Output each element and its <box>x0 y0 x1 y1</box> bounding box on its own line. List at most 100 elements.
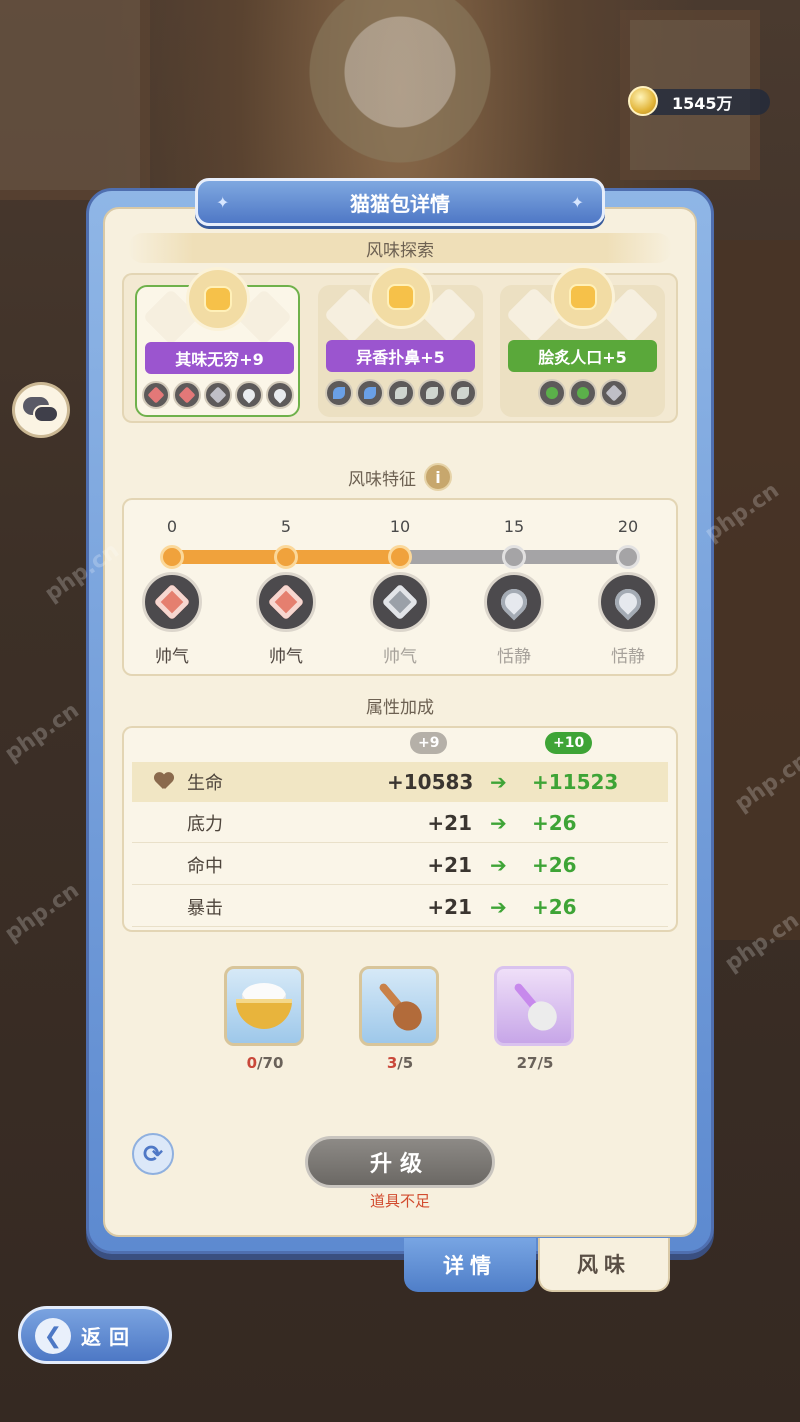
item-required: /5 <box>537 1054 554 1072</box>
attribute-name: 命中 <box>187 855 223 877</box>
trait-item[interactable]: 帅气 <box>251 572 321 667</box>
drop-flavor-icon <box>265 381 294 409</box>
trait-label: 帅气 <box>155 647 189 667</box>
attribute-current-value: +10583 <box>387 770 474 794</box>
flavor-explore-header: 风味探索 <box>128 233 672 263</box>
flavor-card[interactable]: 其味无穷+9 <box>135 267 300 417</box>
item-required: /70 <box>257 1054 284 1072</box>
flavor-tag: 异香扑鼻+5 <box>326 340 475 372</box>
trait-item[interactable]: 恬静 <box>479 572 549 667</box>
item-owned: 27 <box>516 1054 538 1072</box>
material-item[interactable]: 3/5 <box>359 966 441 1072</box>
flavor-emblem-icon <box>185 267 250 331</box>
material-item[interactable]: 0/70 <box>224 966 306 1072</box>
trait-progress-node <box>388 545 412 569</box>
arrow-right-icon: ➔ <box>490 894 507 919</box>
flavor-tag: 其味无穷+9 <box>145 342 294 374</box>
red-trait-icon <box>142 572 202 632</box>
currency-amount: 1545万 <box>672 94 733 113</box>
trait-progress-node <box>160 545 184 569</box>
red-flavor-icon <box>172 381 201 409</box>
attributes-header: 属性加成 <box>366 697 434 718</box>
chat-button[interactable] <box>12 382 70 438</box>
tab-details[interactable]: 详情 <box>404 1238 536 1292</box>
info-icon[interactable]: i <box>424 463 452 491</box>
background-cabinet <box>710 240 800 940</box>
attribute-current-value: +21 <box>427 852 472 877</box>
back-label: 返回 <box>81 1324 137 1349</box>
material-item[interactable]: 27/5 <box>494 966 576 1072</box>
item-frame <box>359 966 439 1046</box>
attribute-row: 底力 +21 ➔ +26 <box>132 803 668 843</box>
current-level-badge: +9 <box>410 732 448 754</box>
trait-progress-track <box>160 545 640 569</box>
back-arrow-icon: ❮ <box>35 1318 71 1354</box>
item-count: 27/5 <box>494 1054 576 1072</box>
flavor-card[interactable]: 脍炙人口+5 <box>500 265 665 417</box>
background-window <box>0 0 150 200</box>
trait-tick-label: 10 <box>389 517 411 536</box>
background-mascot <box>300 0 500 180</box>
blue-flavor-icon <box>324 379 353 407</box>
flavor-traits-header: 风味特征 i <box>128 462 672 492</box>
blue-flavor-icon <box>355 379 384 407</box>
tab-flavor[interactable]: 风味 <box>538 1238 670 1292</box>
item-required: /5 <box>397 1054 414 1072</box>
item-frame <box>224 966 304 1046</box>
item-frame <box>494 966 574 1046</box>
leaf-flavor-icon <box>448 379 477 407</box>
flavor-icon-row <box>137 381 298 409</box>
green-flavor-icon <box>568 379 597 407</box>
trait-item[interactable]: 帅气 <box>137 572 207 667</box>
green-flavor-icon <box>537 379 566 407</box>
trait-progress-node <box>502 545 526 569</box>
drop-trait-icon <box>484 572 544 632</box>
flavor-emblem-icon <box>550 265 615 329</box>
leaf-flavor-icon <box>386 379 415 407</box>
attribute-row: 生命 +10583 ➔ +11523 <box>132 762 668 802</box>
upgrade-button[interactable]: 升级 <box>305 1136 495 1188</box>
trait-item[interactable]: 恬静 <box>593 572 663 667</box>
wooden-spoon-icon <box>360 967 439 1046</box>
rice-bowl-icon <box>236 983 292 1029</box>
red-trait-icon <box>256 572 316 632</box>
coin-icon <box>628 86 658 116</box>
trait-item[interactable]: 帅气 <box>365 572 435 667</box>
gray-flavor-icon <box>203 381 232 409</box>
drop-trait-icon <box>598 572 658 632</box>
attribute-name: 暴击 <box>187 897 223 919</box>
trait-tick-label: 15 <box>503 517 525 536</box>
trait-label: 恬静 <box>611 647 645 667</box>
attribute-next-value: +26 <box>532 810 577 835</box>
attribute-next-value: +11523 <box>532 770 619 794</box>
trait-label: 帅气 <box>383 647 417 667</box>
gray-trait-icon <box>370 572 430 632</box>
arrow-right-icon: ➔ <box>490 852 507 877</box>
chat-bubble-icon <box>23 397 59 423</box>
flavor-emblem-icon <box>368 265 433 329</box>
item-owned: 0 <box>246 1054 258 1072</box>
item-owned: 3 <box>386 1054 398 1072</box>
item-count: 0/70 <box>224 1054 306 1072</box>
attribute-name: 生命 <box>187 773 223 794</box>
leaf-flavor-icon <box>417 379 446 407</box>
attribute-name: 底力 <box>187 813 223 835</box>
trait-tick-label: 0 <box>166 517 178 536</box>
refresh-icon: ⟳ <box>142 1140 164 1168</box>
sparkle-icon: ✦ <box>570 193 584 212</box>
attribute-row: 命中 +21 ➔ +26 <box>132 845 668 885</box>
next-level-badge: +10 <box>545 732 593 754</box>
panel-title-text: 猫猫包详情 <box>350 191 450 216</box>
drop-flavor-icon <box>234 381 263 409</box>
flavor-card[interactable]: 异香扑鼻+5 <box>318 265 483 417</box>
back-button[interactable]: ❮ 返回 <box>18 1306 172 1364</box>
flavor-icon-row <box>500 379 665 407</box>
trait-tick-label: 5 <box>280 517 292 536</box>
trait-tick-label: 20 <box>617 517 639 536</box>
refresh-button[interactable]: ⟳ <box>132 1133 174 1175</box>
currency-display: 1545万 <box>628 86 770 116</box>
attribute-current-value: +21 <box>427 810 472 835</box>
trait-label: 帅气 <box>269 647 303 667</box>
flavor-tag: 脍炙人口+5 <box>508 340 657 372</box>
arrow-right-icon: ➔ <box>490 770 507 794</box>
